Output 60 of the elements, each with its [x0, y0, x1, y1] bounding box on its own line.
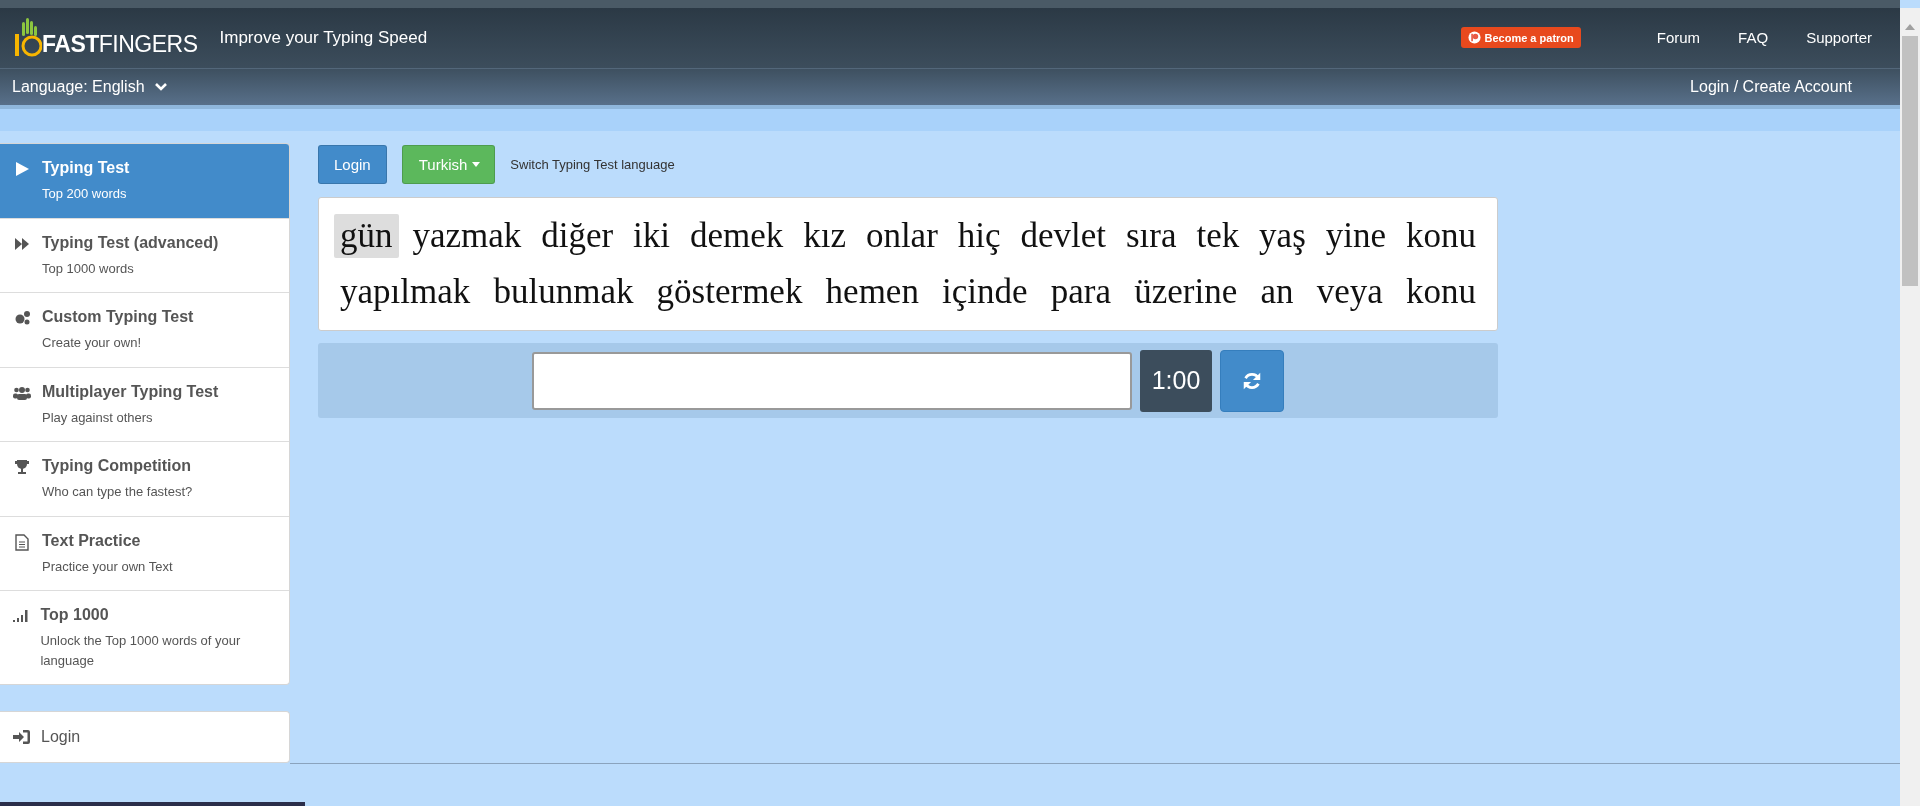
word: sıra [1124, 215, 1178, 258]
nav-link[interactable]: Supporter [1806, 29, 1872, 47]
word: devlet [1019, 215, 1107, 258]
nav-link[interactable]: Forum [1656, 29, 1701, 47]
login-create-account-link[interactable]: Login / Create Account [1690, 77, 1852, 96]
word: bulunmak [492, 271, 635, 314]
word: onlar [864, 215, 939, 258]
sidebar-item[interactable]: Typing Test (advanced) Top 1000 words [0, 217, 289, 293]
sidebar-item[interactable]: Top 1000 Unlock the Top 1000 words of your language [0, 590, 289, 685]
users-icon [13, 384, 31, 401]
sidebar-item[interactable]: Multiplayer Typing Test Play against others [0, 366, 289, 442]
patreon-icon [1467, 31, 1481, 45]
language-selector[interactable]: Language: English [12, 77, 167, 96]
word: içinde [941, 271, 1029, 314]
nav-link[interactable]: FAQ [1738, 29, 1769, 47]
gears-icon [13, 310, 31, 327]
word: demek [688, 215, 785, 258]
sidebar-login-item[interactable]: Login [0, 711, 290, 764]
hand-logo-icon [14, 17, 42, 58]
become-a-patron-button[interactable]: Become a patron [1460, 27, 1581, 49]
word: kız [802, 215, 847, 258]
word: göstermek [655, 271, 804, 314]
word: yine [1324, 215, 1387, 258]
caret-icon [472, 161, 481, 167]
word: para [1049, 271, 1113, 314]
scrollbar-thumb[interactable] [1902, 36, 1918, 286]
word: yazmak [411, 215, 523, 258]
word: konu [1404, 215, 1477, 258]
sidebar-item[interactable]: Custom Typing Test Create your own! [0, 292, 289, 367]
word: hemen [824, 271, 920, 314]
word: veya [1315, 271, 1384, 314]
restart-button[interactable] [1220, 349, 1285, 412]
word: diğer [540, 215, 615, 258]
tagline: Improve your Typing Speed [219, 27, 428, 48]
play-icon [14, 161, 30, 178]
word: konu [1404, 271, 1477, 314]
word: hiç [956, 215, 1002, 258]
word: yaş [1258, 215, 1307, 258]
login-button[interactable]: Login [318, 144, 387, 184]
sidebar-item[interactable]: Text Practice Practice your own Text [0, 515, 289, 591]
word: yapılmak [339, 271, 472, 314]
language-hint: Switch Typing Test language [510, 156, 675, 172]
document-icon [15, 533, 29, 551]
fast-forward-icon [14, 235, 30, 252]
chevron-down-icon [154, 81, 167, 92]
timer: 1:00 [1139, 349, 1213, 412]
sidebar-item[interactable]: Typing Test Top 200 words [0, 144, 289, 218]
word: üzerine [1133, 271, 1239, 314]
scrollbar[interactable] [1900, 8, 1920, 806]
logo[interactable]: FASTFINGERS [14, 17, 198, 58]
word: an [1259, 271, 1295, 314]
word: gün [334, 214, 399, 259]
sidebar-item[interactable]: Typing Competition Who can type the fastest? [0, 441, 289, 516]
typing-input-field[interactable] [531, 351, 1132, 410]
trophy-icon [14, 459, 30, 476]
scroll-up-icon[interactable] [1905, 24, 1915, 30]
signal-bars-icon [13, 608, 30, 623]
word: iki [632, 215, 671, 258]
sign-in-icon [13, 729, 31, 746]
word: tek [1195, 215, 1241, 258]
